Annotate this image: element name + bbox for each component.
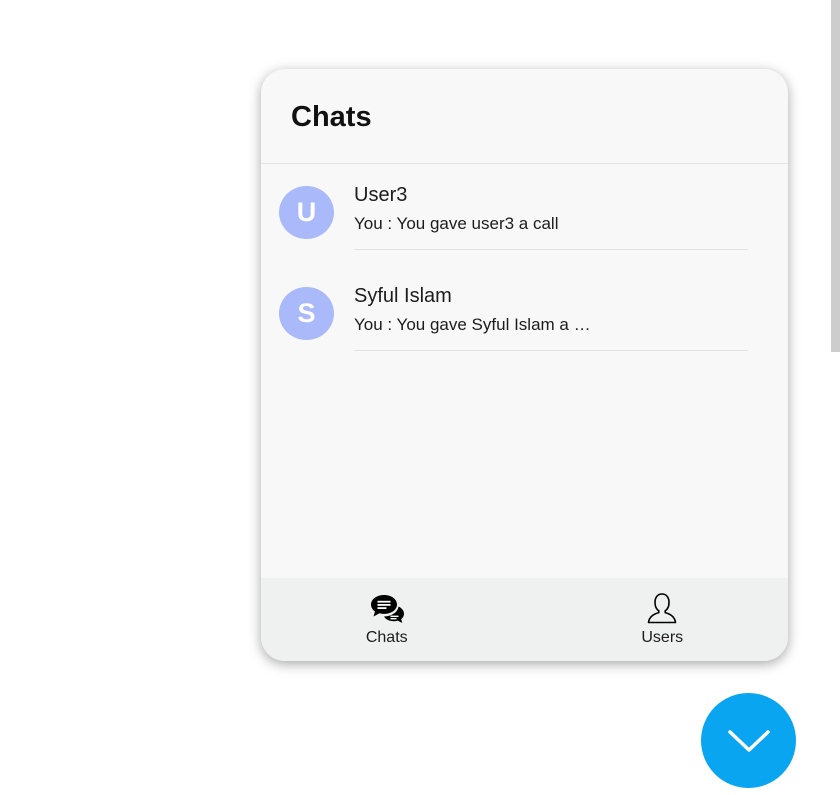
nav-tab-chats[interactable]: Chats <box>261 578 525 661</box>
chat-last-message: You : You gave Syful Islam a … <box>354 315 591 334</box>
chat-list-item[interactable]: S Syful Islam You : You gave Syful Islam… <box>261 266 788 367</box>
chat-widget: Chats U User3 You : You gave user3 a cal… <box>261 69 788 661</box>
chat-widget-header: Chats <box>261 69 788 164</box>
user-icon <box>647 593 677 624</box>
chat-bubbles-icon <box>370 595 404 623</box>
chat-list-item[interactable]: U User3 You : You gave user3 a call <box>261 165 788 266</box>
avatar: U <box>279 186 334 239</box>
chat-item-body: Syful Islam You : You gave Syful Islam a… <box>354 284 748 351</box>
nav-tab-users[interactable]: Users <box>525 578 789 661</box>
avatar: S <box>279 287 334 340</box>
nav-tab-users-label: Users <box>641 629 684 646</box>
nav-tab-chats-label: Chats <box>365 629 408 646</box>
chat-contact-name: User3 <box>354 184 408 206</box>
chevron-down-icon <box>727 729 770 752</box>
toggle-chat-button[interactable] <box>701 693 796 788</box>
page-scrollbar[interactable] <box>831 0 840 352</box>
chat-contact-name: Syful Islam <box>354 285 452 307</box>
chat-item-body: User3 You : You gave user3 a call <box>354 183 748 250</box>
chat-list: U User3 You : You gave user3 a call S Sy… <box>261 165 788 367</box>
page: Chats U User3 You : You gave user3 a cal… <box>0 0 840 795</box>
chat-widget-title: Chats <box>291 101 372 133</box>
bottom-nav: Chats Users <box>261 578 788 661</box>
chat-last-message: You : You gave user3 a call <box>354 214 559 233</box>
